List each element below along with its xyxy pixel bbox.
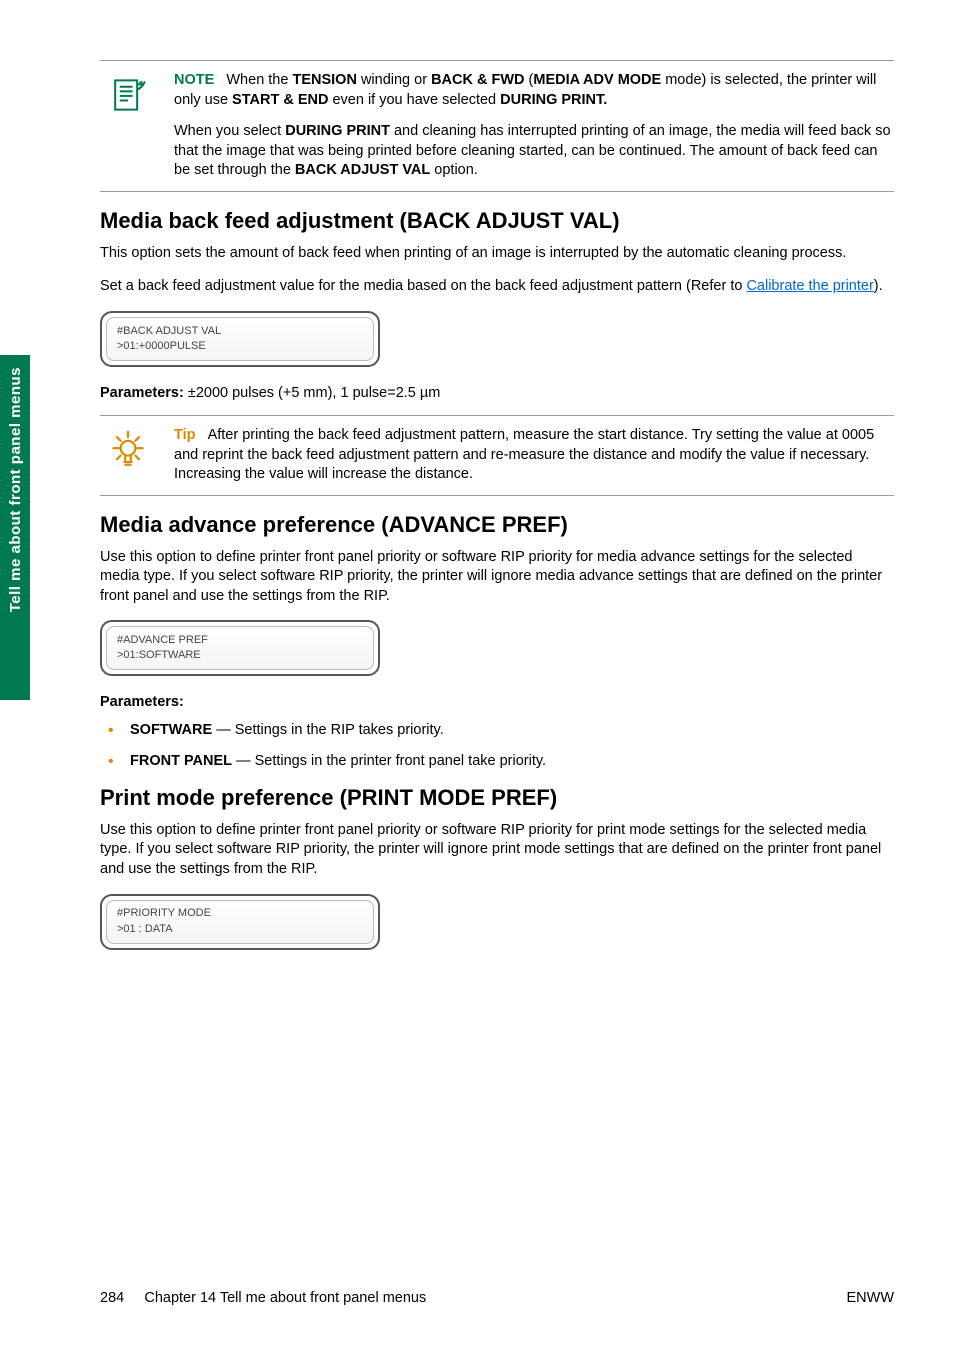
section2-p1: Use this option to define printer front … — [100, 548, 894, 607]
params-value: ±2000 pulses (+5 mm), 1 pulse=2.5 µm — [188, 385, 440, 401]
section-heading-1: Media back feed adjustment (BACK ADJUST … — [100, 208, 894, 234]
tip-block-1: Tip After printing the back feed adjustm… — [100, 415, 894, 496]
chapter-title: Chapter 14 Tell me about front panel men… — [144, 1290, 426, 1306]
text: even if you have selected — [328, 92, 500, 108]
page-content: NOTE When the TENSION winding or BACK & … — [100, 60, 894, 968]
lcd-display-2: #ADVANCE PREF >01:SOFTWARE — [100, 620, 894, 676]
text: When the — [226, 72, 292, 88]
text: — Settings in the printer front panel ta… — [232, 753, 546, 769]
lcd-line: #PRIORITY MODE — [117, 906, 363, 921]
params-label: Parameters: — [100, 385, 188, 401]
sidebar-tab-label: Tell me about front panel menus — [7, 367, 24, 612]
footer-right: ENWW — [846, 1290, 894, 1306]
text: DURING PRINT — [285, 123, 390, 139]
text: START & END — [232, 92, 328, 108]
section2-bullets: SOFTWARE — Settings in the RIP takes pri… — [100, 720, 894, 771]
text: After printing the back feed adjustment … — [174, 427, 874, 482]
sidebar-tab: Tell me about front panel menus — [0, 355, 30, 700]
lcd-line: #ADVANCE PREF — [117, 633, 363, 648]
text: When you select — [174, 123, 285, 139]
text: FRONT PANEL — [130, 753, 232, 769]
list-item: FRONT PANEL — Settings in the printer fr… — [100, 751, 894, 771]
text: winding or — [357, 72, 431, 88]
lcd-line: >01:+0000PULSE — [117, 339, 363, 354]
text: Set a back feed adjustment value for the… — [100, 278, 746, 294]
section-heading-3: Print mode preference (PRINT MODE PREF) — [100, 785, 894, 811]
lcd-line: >01 : DATA — [117, 922, 363, 937]
text: option. — [430, 162, 478, 178]
note-block-1: NOTE When the TENSION winding or BACK & … — [100, 60, 894, 192]
text: — Settings in the RIP takes priority. — [216, 722, 444, 738]
tip-label: Tip — [174, 427, 195, 443]
note-label: NOTE — [174, 72, 214, 88]
text: BACK & FWD — [431, 72, 524, 88]
page-number: 284 — [100, 1290, 124, 1306]
text: SOFTWARE — [130, 722, 216, 738]
lcd-line: >01:SOFTWARE — [117, 648, 363, 663]
lcd-line: #BACK ADJUST VAL — [117, 324, 363, 339]
section3-p1: Use this option to define printer front … — [100, 821, 894, 880]
text: MEDIA ADV MODE — [533, 72, 661, 88]
lightbulb-icon — [100, 426, 156, 485]
note-icon — [100, 71, 156, 181]
footer-left: 284 Chapter 14 Tell me about front panel… — [100, 1290, 426, 1306]
note-text-1: NOTE When the TENSION winding or BACK & … — [174, 71, 894, 181]
section1-p2: Set a back feed adjustment value for the… — [100, 277, 894, 297]
section1-params: Parameters: ±2000 pulses (+5 mm), 1 puls… — [100, 385, 894, 401]
calibrate-link[interactable]: Calibrate the printer — [746, 278, 873, 294]
text: ). — [874, 278, 883, 294]
text: BACK ADJUST VAL — [295, 162, 430, 178]
section1-p1: This option sets the amount of back feed… — [100, 244, 894, 264]
page-footer: 284 Chapter 14 Tell me about front panel… — [100, 1290, 894, 1306]
lcd-display-3: #PRIORITY MODE >01 : DATA — [100, 894, 894, 950]
tip-text-1: Tip After printing the back feed adjustm… — [174, 426, 894, 485]
list-item: SOFTWARE — Settings in the RIP takes pri… — [100, 720, 894, 740]
section2-params-label: Parameters: — [100, 694, 894, 710]
lcd-display-1: #BACK ADJUST VAL >01:+0000PULSE — [100, 311, 894, 367]
text: TENSION — [292, 72, 356, 88]
text: DURING PRINT. — [500, 92, 607, 108]
section-heading-2: Media advance preference (ADVANCE PREF) — [100, 512, 894, 538]
